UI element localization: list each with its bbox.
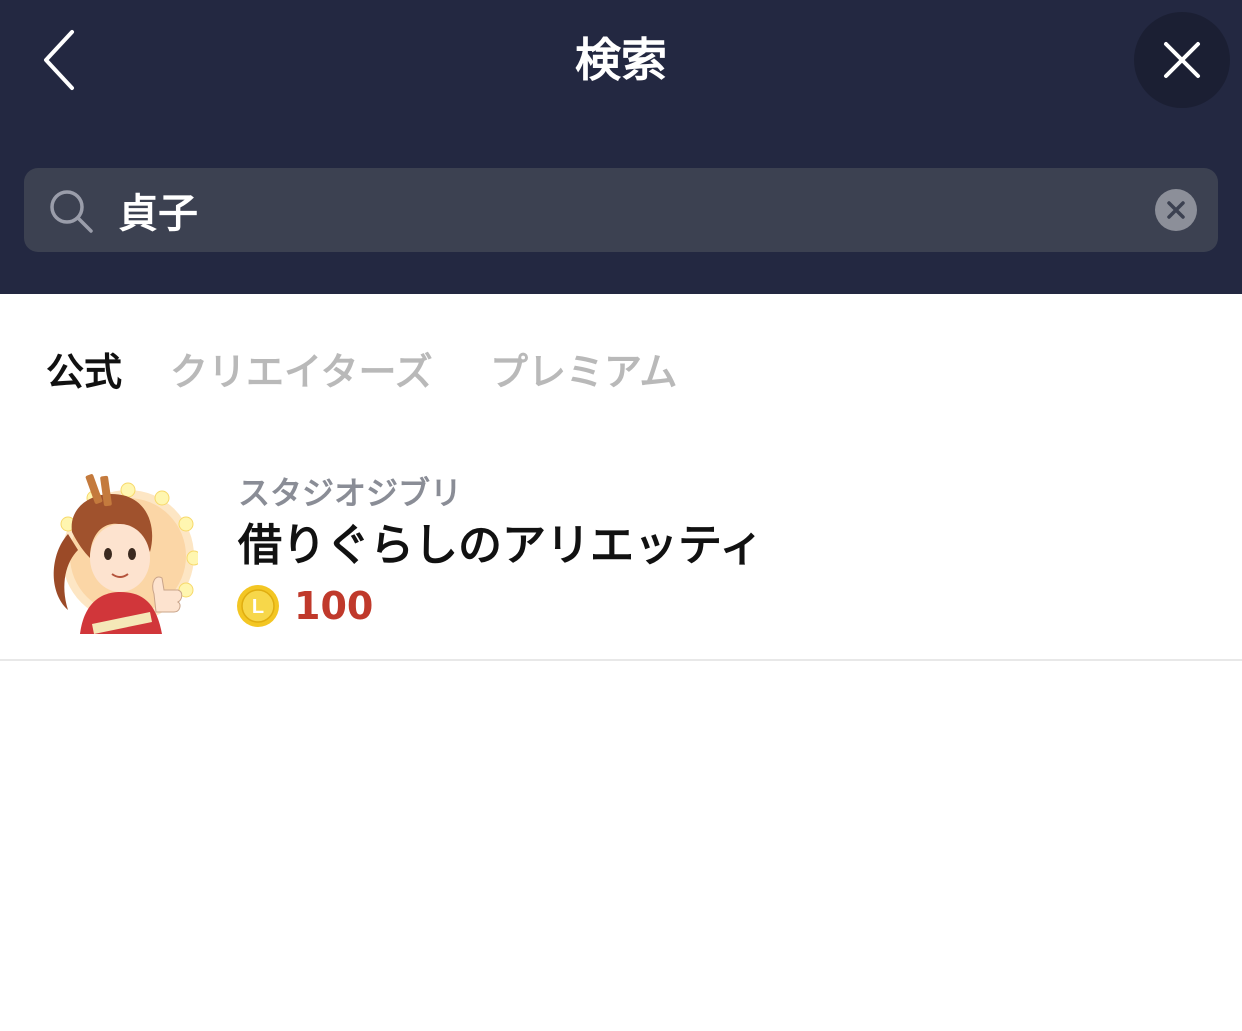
search-icon (50, 190, 93, 233)
tab-creators[interactable]: クリエイターズ (170, 340, 433, 404)
sticker-price: 100 (294, 584, 374, 628)
page-title: 検索 (575, 33, 667, 87)
close-button[interactable] (1134, 12, 1230, 108)
tab-official[interactable]: 公式 (46, 340, 122, 404)
sticker-author: スタジオジブリ (238, 474, 463, 512)
category-tabs: 公式 クリエイターズ プレミアム (0, 340, 1242, 404)
search-bar[interactable] (24, 168, 1218, 252)
chevron-left-icon (44, 30, 74, 90)
coin-letter: L (252, 596, 264, 618)
clear-search-button[interactable] (1155, 189, 1197, 231)
sticker-thumbnail (53, 474, 198, 634)
close-icon (1164, 42, 1200, 78)
tab-premium[interactable]: プレミアム (490, 340, 677, 404)
header: 検索 (0, 0, 1242, 294)
search-input[interactable] (118, 180, 1128, 240)
line-coin-icon: L (237, 585, 279, 627)
clear-icon (1167, 201, 1185, 219)
back-button[interactable] (30, 24, 90, 96)
list-item[interactable]: スタジオジブリ 借りぐらしのアリエッティ L 100 (0, 460, 1242, 661)
sticker-title: 借りぐらしのアリエッティ (238, 520, 764, 571)
